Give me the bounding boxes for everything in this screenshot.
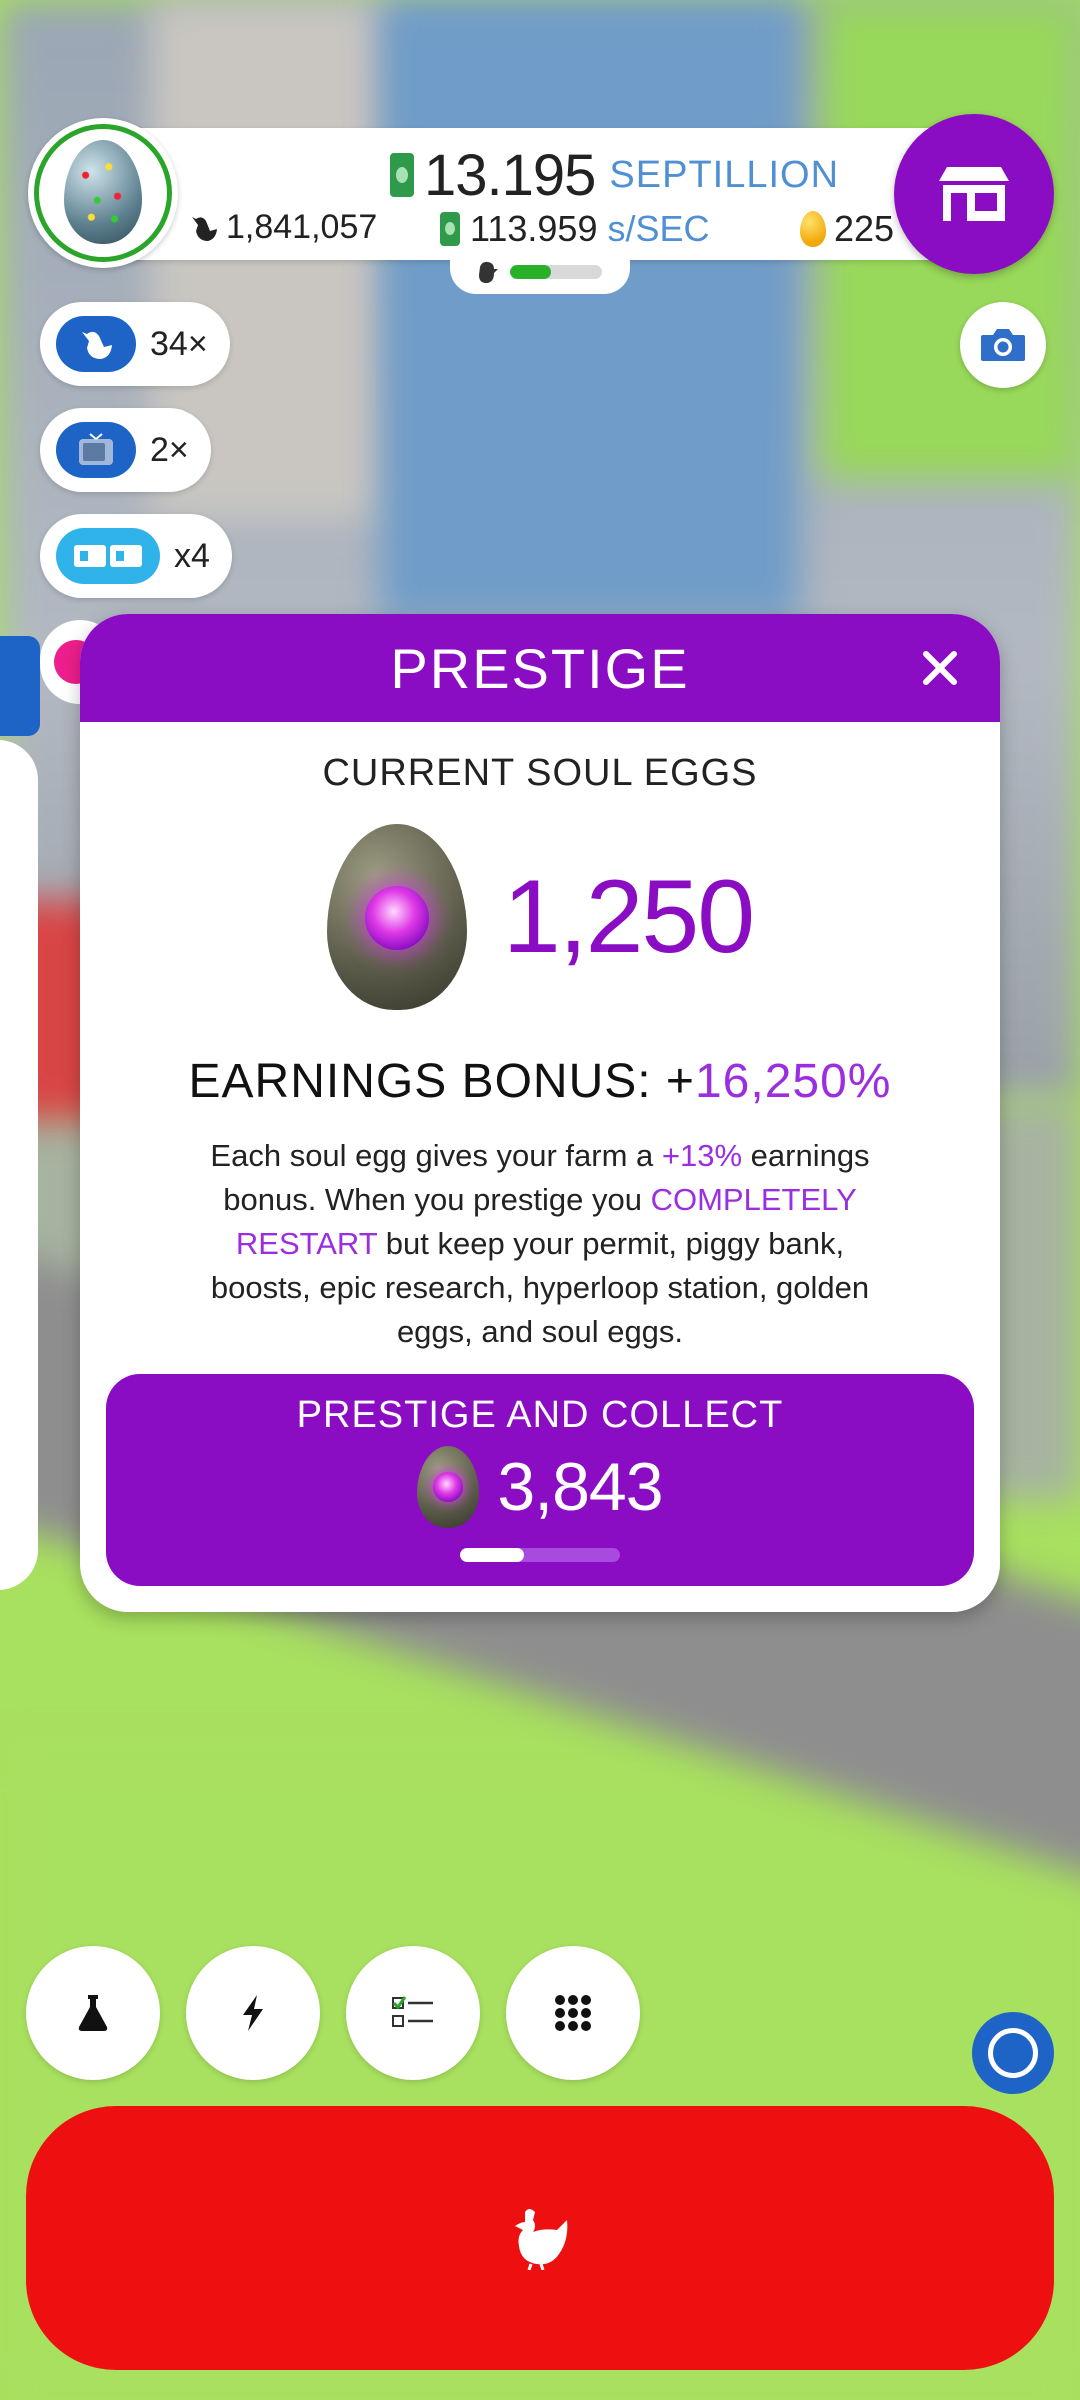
lightning-icon xyxy=(243,1995,263,2031)
earnings-rate-value: 113.959 xyxy=(470,208,598,249)
boost-multiplier: 2× xyxy=(150,430,189,469)
earnings-rate-unit: s/SEC xyxy=(607,208,710,249)
farm-avatar-button[interactable] xyxy=(28,118,178,268)
prestige-dialog: PRESTIGE CURRENT SOUL EGGS 1,250 EARNING… xyxy=(80,614,1000,1612)
close-icon xyxy=(923,651,957,685)
tv-icon xyxy=(56,422,136,478)
side-panel-tab[interactable] xyxy=(0,636,40,736)
holiday-egg-icon xyxy=(64,140,142,244)
money-value: 13.195 xyxy=(424,142,596,208)
chicken-count: 1,841,057 xyxy=(186,208,377,247)
boost-pill-chicken[interactable]: 34× xyxy=(40,302,230,386)
boost-pill-video-doubler[interactable]: x4 xyxy=(40,514,232,598)
prestige-description: Each soul egg gives your farm a +13% ear… xyxy=(210,1138,870,1349)
boost-multiplier: 34× xyxy=(150,324,208,363)
close-button[interactable] xyxy=(914,642,966,694)
soul-eggs-value: 1,250 xyxy=(502,858,755,975)
flask-icon xyxy=(78,1995,108,2031)
collect-progress-bar xyxy=(460,1548,620,1562)
money-unit: SEPTILLION xyxy=(609,153,840,196)
collect-label: PRESTIGE AND COLLECT xyxy=(296,1394,784,1436)
camera-button[interactable] xyxy=(960,302,1046,388)
money-display: 13.195 SEPTILLION xyxy=(390,140,839,210)
research-button[interactable] xyxy=(26,1946,160,2080)
soul-egg-bonus-highlight: +13% xyxy=(661,1138,743,1173)
current-soul-eggs-label: CURRENT SOUL EGGS xyxy=(322,752,758,794)
video-doubler-icon xyxy=(56,528,160,584)
golden-eggs-value: 225 xyxy=(834,208,895,249)
boost-pill-tv[interactable]: 2× xyxy=(40,408,211,492)
population-progress-fill xyxy=(510,265,552,279)
soul-egg-icon xyxy=(326,824,467,1010)
menu-button[interactable] xyxy=(506,1946,640,2080)
cash-icon xyxy=(390,153,414,197)
missions-button[interactable] xyxy=(346,1946,480,2080)
collect-amount: 3,843 xyxy=(497,1449,663,1525)
chicken-icon xyxy=(192,216,217,241)
earnings-bonus: EARNINGS BONUS: +16,250% xyxy=(80,1054,1000,1109)
hatch-chicken-button[interactable] xyxy=(26,2106,1054,2370)
boosts-button[interactable] xyxy=(186,1946,320,2080)
chicken-icon xyxy=(515,2209,568,2270)
soul-egg-icon xyxy=(417,1446,480,1528)
earnings-rate: 113.959 s/SEC xyxy=(440,208,710,250)
shop-button[interactable] xyxy=(894,114,1054,274)
golden-eggs: 225 xyxy=(800,208,894,250)
population-progress xyxy=(450,250,630,294)
prestige-and-collect-button[interactable]: PRESTIGE AND COLLECT 3,843 xyxy=(106,1374,974,1586)
chicken-count-value: 1,841,057 xyxy=(226,208,378,246)
dialog-header: PRESTIGE xyxy=(80,614,1000,722)
chick-icon xyxy=(479,261,498,283)
camera-icon xyxy=(981,329,1025,361)
assistive-touch-button[interactable] xyxy=(972,2012,1054,2094)
cash-icon xyxy=(440,212,460,246)
grid-menu-icon xyxy=(555,1995,591,2031)
chicken-icon xyxy=(56,316,136,372)
boost-multiplier: x4 xyxy=(174,536,210,575)
population-progress-bar xyxy=(510,265,602,279)
earnings-bonus-value: 16,250% xyxy=(694,1055,892,1108)
shop-icon xyxy=(939,167,1009,221)
golden-egg-icon xyxy=(800,211,826,247)
soul-eggs-display: 1,250 xyxy=(80,824,1000,1010)
side-panel xyxy=(0,740,38,1590)
earnings-bonus-label: EARNINGS BONUS: + xyxy=(188,1055,695,1108)
collect-progress-fill xyxy=(460,1548,524,1562)
dialog-title: PRESTIGE xyxy=(390,636,690,700)
checklist-icon xyxy=(392,1996,433,2027)
